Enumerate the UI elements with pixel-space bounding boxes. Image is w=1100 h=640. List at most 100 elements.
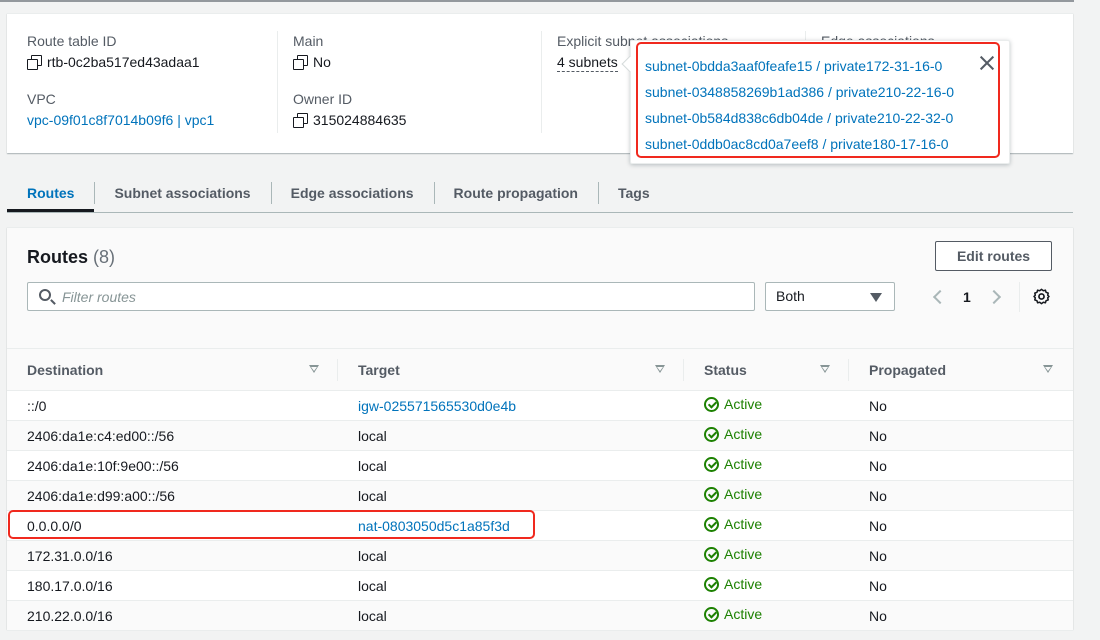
table-row: 2406:da1e:c4:ed00::/56 local Active No bbox=[7, 420, 1073, 451]
status-cell: Active bbox=[684, 420, 849, 451]
status-text: Active bbox=[724, 546, 763, 563]
status-cell: Active bbox=[684, 480, 849, 511]
subnet-link[interactable]: subnet-0bdda3aaf0feafe15 / private172-31… bbox=[645, 58, 942, 74]
status-text: Active bbox=[724, 486, 763, 503]
tab-tags[interactable]: Tags bbox=[597, 177, 670, 212]
destination-value: 0.0.0.0/0 bbox=[27, 517, 82, 534]
target-cell: igw-025571565530d0e4b bbox=[338, 390, 684, 421]
propagated-cell: No bbox=[849, 510, 1073, 541]
destination-cell: 2406:da1e:10f:9e00::/56 bbox=[7, 450, 338, 481]
column-header-target[interactable]: Target bbox=[338, 348, 684, 391]
edit-routes-button[interactable]: Edit routes bbox=[935, 241, 1052, 271]
table-row: ::/0 igw-025571565530d0e4b Active No bbox=[7, 390, 1073, 421]
filter-routes-field[interactable] bbox=[27, 282, 755, 311]
status-badge: Active bbox=[704, 546, 762, 562]
target-cell: nat-0803050d5c1a85f3d bbox=[338, 510, 684, 541]
column-header-status[interactable]: Status bbox=[684, 348, 849, 391]
tab-edge-associations[interactable]: Edge associations bbox=[270, 177, 434, 212]
destination-cell: 210.22.0.0/16 bbox=[7, 600, 338, 631]
copy-icon[interactable] bbox=[293, 55, 308, 70]
routes-title-text: Routes bbox=[27, 247, 89, 267]
status-text: Active bbox=[724, 426, 763, 443]
status-cell: Active bbox=[684, 600, 849, 631]
table-row: 180.17.0.0/16 local Active No bbox=[7, 570, 1073, 601]
propagated-value: No bbox=[869, 607, 887, 624]
page-background bbox=[1074, 0, 1100, 640]
status-cell: Active bbox=[684, 570, 849, 601]
ip-version-select[interactable]: Both bbox=[765, 282, 895, 311]
column-label: Destination bbox=[27, 361, 104, 378]
check-circle-icon bbox=[704, 606, 719, 622]
target-link[interactable]: igw-025571565530d0e4b bbox=[358, 398, 516, 414]
propagated-cell: No bbox=[849, 420, 1073, 451]
status-badge: Active bbox=[704, 576, 762, 592]
check-circle-icon bbox=[704, 426, 719, 442]
tab-route-propagation[interactable]: Route propagation bbox=[433, 177, 598, 212]
subnets-popover-trigger[interactable]: 4 subnets bbox=[557, 53, 618, 72]
sort-icon[interactable] bbox=[820, 365, 830, 373]
propagated-cell: No bbox=[849, 390, 1073, 421]
destination-value: 2406:da1e:d99:a00::/56 bbox=[27, 487, 175, 504]
table-row: 2406:da1e:d99:a00::/56 local Active No bbox=[7, 480, 1073, 511]
destination-cell: 2406:da1e:d99:a00::/56 bbox=[7, 480, 338, 511]
status-cell: Active bbox=[684, 510, 849, 541]
select-value: Both bbox=[776, 288, 805, 304]
sort-icon[interactable] bbox=[309, 365, 319, 373]
copy-icon[interactable] bbox=[293, 113, 308, 128]
propagated-cell: No bbox=[849, 480, 1073, 511]
column-label: Target bbox=[358, 361, 400, 378]
check-circle-icon bbox=[704, 546, 719, 562]
target-value: local bbox=[358, 607, 387, 624]
sort-icon[interactable] bbox=[655, 365, 665, 373]
divider bbox=[1019, 282, 1020, 312]
subnet-list: subnet-0bdda3aaf0feafe15 / private172-31… bbox=[645, 53, 954, 157]
target-value: local bbox=[358, 427, 387, 444]
status-text: Active bbox=[724, 576, 763, 593]
sort-icon[interactable] bbox=[1043, 365, 1053, 373]
close-icon[interactable] bbox=[979, 55, 995, 71]
subnet-link[interactable]: subnet-0b584d838c6db04de / private210-22… bbox=[645, 110, 953, 126]
check-circle-icon bbox=[704, 486, 719, 502]
page-number[interactable]: 1 bbox=[963, 289, 971, 305]
destination-cell: 2406:da1e:c4:ed00::/56 bbox=[7, 420, 338, 451]
status-text: Active bbox=[724, 516, 763, 533]
target-value: local bbox=[358, 547, 387, 564]
chevron-left-icon[interactable] bbox=[932, 289, 948, 304]
destination-value: 2406:da1e:c4:ed00::/56 bbox=[27, 427, 175, 444]
vpc-label: VPC bbox=[27, 91, 56, 107]
main-value: No bbox=[313, 54, 331, 70]
column-header-propagated[interactable]: Propagated bbox=[849, 348, 1073, 391]
routes-table: Destination Target Status Propagated ::/… bbox=[7, 348, 1073, 631]
subnet-link[interactable]: subnet-0348858269b1ad386 / private210-22… bbox=[645, 84, 954, 100]
gear-icon[interactable] bbox=[1033, 288, 1050, 305]
owner-id-value: 315024884635 bbox=[313, 112, 407, 128]
propagated-cell: No bbox=[849, 570, 1073, 601]
column-header-destination[interactable]: Destination bbox=[7, 348, 338, 391]
target-link[interactable]: nat-0803050d5c1a85f3d bbox=[358, 518, 510, 534]
status-badge: Active bbox=[704, 606, 762, 622]
vpc-link[interactable]: vpc-09f01c8f7014b09f6 | vpc1 bbox=[27, 109, 214, 131]
propagated-cell: No bbox=[849, 540, 1073, 571]
propagated-value: No bbox=[869, 427, 887, 444]
subnets-popover: subnet-0bdda3aaf0feafe15 / private172-31… bbox=[621, 40, 1010, 164]
copy-icon[interactable] bbox=[27, 55, 42, 70]
chevron-right-icon[interactable] bbox=[986, 289, 1001, 304]
tab-routes[interactable]: Routes bbox=[7, 177, 95, 212]
routes-title: Routes (8) bbox=[27, 245, 115, 269]
propagated-cell: No bbox=[849, 600, 1073, 631]
routes-panel: Routes (8) Edit routes Both 1 Destinatio… bbox=[7, 227, 1073, 631]
target-cell: local bbox=[338, 450, 684, 481]
routes-count: (8) bbox=[93, 247, 116, 267]
subnet-link[interactable]: subnet-0ddb0ac8cd0a7eef8 / private180-17… bbox=[645, 136, 949, 152]
propagated-value: No bbox=[869, 457, 887, 474]
routes-table-body: ::/0 igw-025571565530d0e4b Active No 2406:da… bbox=[7, 390, 1073, 631]
filter-routes-input[interactable] bbox=[62, 283, 742, 310]
tab-subnet-associations[interactable]: Subnet associations bbox=[94, 177, 270, 212]
column-label: Propagated bbox=[869, 361, 947, 378]
check-circle-icon bbox=[704, 576, 719, 592]
target-cell: local bbox=[338, 600, 684, 631]
destination-value: 172.31.0.0/16 bbox=[27, 547, 113, 564]
pagination: 1 bbox=[925, 282, 1009, 311]
check-circle-icon bbox=[704, 396, 719, 412]
status-text: Active bbox=[724, 396, 763, 413]
